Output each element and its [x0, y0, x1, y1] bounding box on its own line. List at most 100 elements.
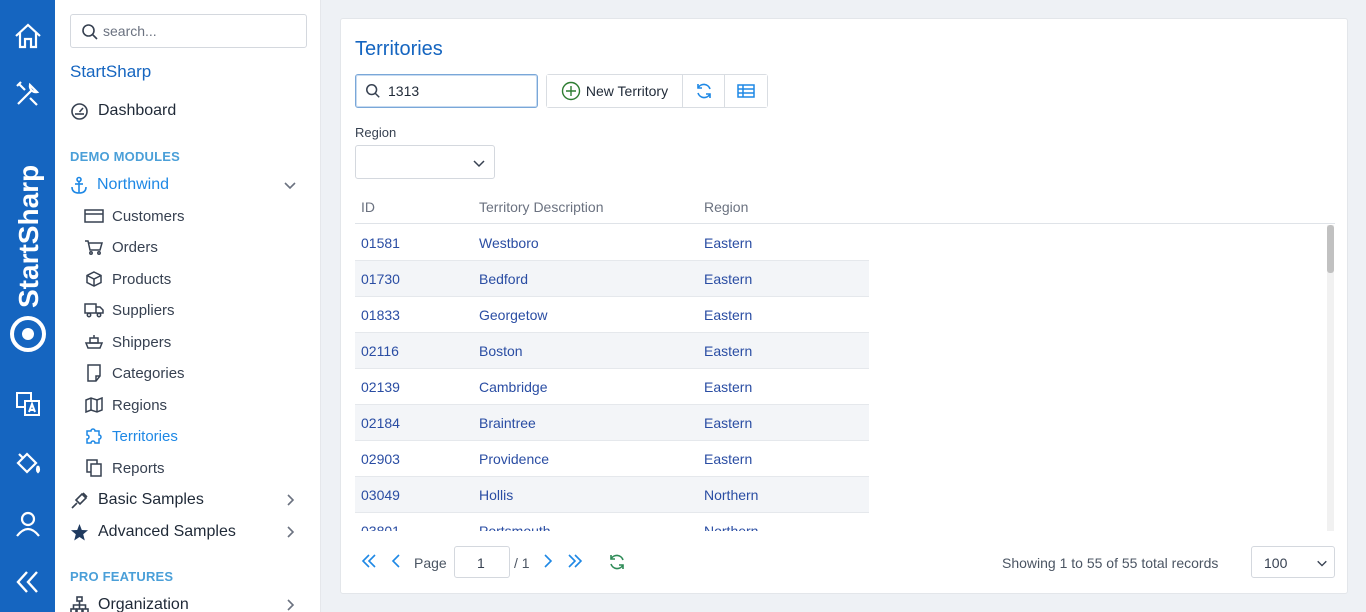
cell-id[interactable]: 02139	[361, 379, 400, 395]
column-header-region[interactable]: Region	[704, 199, 748, 215]
cell-id[interactable]: 02116	[361, 343, 399, 359]
grid-scrollbar[interactable]	[1327, 225, 1334, 531]
truck-icon	[84, 303, 104, 318]
sidebar-item-suppliers[interactable]: Suppliers	[84, 299, 175, 321]
grid-header: ID Territory Description Region	[355, 189, 1335, 224]
cell-description: Providence	[479, 451, 550, 467]
region-filter-label: Region	[355, 125, 397, 140]
refresh-button[interactable]	[683, 75, 725, 107]
cell-region: Eastern	[704, 415, 753, 431]
cell-id[interactable]: 02184	[361, 415, 400, 431]
home-icon[interactable]	[0, 14, 55, 58]
nav-organization[interactable]: Organization	[70, 594, 306, 612]
first-page-icon[interactable]	[361, 553, 377, 569]
chevron-down-icon	[284, 182, 296, 190]
sidebar-item-products[interactable]: Products	[84, 268, 171, 290]
table-row[interactable]: 02116 Boston Eastern	[355, 333, 869, 369]
nav-basic-samples[interactable]: Basic Samples	[70, 489, 306, 511]
cell-id[interactable]: 03049	[361, 487, 400, 503]
cell-id[interactable]: 02903	[361, 451, 400, 467]
nav-dashboard[interactable]: Dashboard	[70, 100, 176, 122]
sidebar-item-orders[interactable]: Orders	[84, 236, 158, 258]
cell-description: Georgetow	[479, 307, 548, 323]
sidebar-search[interactable]	[70, 14, 307, 48]
cell-description: Westboro	[479, 235, 539, 251]
gauge-icon	[71, 102, 88, 120]
page-size-select[interactable]: 100	[1251, 546, 1335, 578]
cell-description: Boston	[479, 343, 523, 359]
new-territory-button[interactable]: New Territory	[547, 75, 683, 107]
cell-id[interactable]: 01730	[361, 271, 400, 287]
cell-description: Portsmouth	[479, 523, 551, 531]
user-icon[interactable]	[0, 502, 55, 546]
column-picker-button[interactable]	[725, 75, 767, 107]
last-page-icon[interactable]	[567, 553, 583, 569]
page-title: Territories	[355, 38, 443, 60]
translate-icon[interactable]	[0, 382, 55, 426]
sidebar-item-label: Customers	[112, 207, 185, 225]
table-row[interactable]: 02184 Braintree Eastern	[355, 405, 869, 441]
pen-tool-icon	[71, 491, 88, 509]
new-territory-label: New Territory	[585, 83, 669, 99]
sidebar-item-customers[interactable]: Customers	[84, 205, 185, 227]
cell-id[interactable]: 03801	[361, 523, 400, 531]
tools-icon[interactable]	[0, 72, 55, 116]
sidebar-item-label: Reports	[112, 459, 165, 477]
next-page-icon[interactable]	[541, 553, 555, 569]
quick-search[interactable]	[355, 74, 538, 108]
sidebar-search-input[interactable]	[103, 15, 298, 47]
nav-organization-label: Organization	[98, 596, 189, 612]
nav-northwind[interactable]: Northwind	[70, 174, 306, 196]
page-total: / 1	[514, 555, 530, 571]
cell-description: Bedford	[479, 271, 529, 287]
region-filter-select[interactable]	[355, 145, 495, 179]
page-size-value: 100	[1264, 555, 1288, 571]
table-row[interactable]: 01833 Georgetow Eastern	[355, 297, 869, 333]
sidebar-item-categories[interactable]: Categories	[84, 362, 185, 384]
nav-dashboard-label: Dashboard	[98, 102, 177, 119]
id-card-icon	[84, 209, 104, 223]
sidebar-item-territories[interactable]: Territories	[84, 425, 178, 447]
cart-icon	[85, 240, 103, 255]
left-rail: StartSharp	[0, 0, 55, 612]
refresh-icon	[696, 83, 711, 99]
cell-id[interactable]: 01833	[361, 307, 400, 323]
ship-icon	[84, 335, 104, 349]
column-header-id[interactable]: ID	[361, 199, 375, 215]
paint-bucket-icon[interactable]	[0, 441, 55, 485]
table-row[interactable]: 03801 Portsmouth Northern	[355, 513, 869, 531]
page-label: Page	[414, 555, 447, 571]
table-row[interactable]: 02903 Providence Eastern	[355, 441, 869, 477]
plus-circle-icon	[561, 81, 581, 101]
cell-id[interactable]: 01581	[361, 235, 400, 251]
anchor-icon	[71, 176, 87, 194]
previous-page-icon[interactable]	[389, 553, 403, 569]
table-row[interactable]: 01581 Westboro Eastern	[355, 225, 869, 261]
page-number-input[interactable]: 1	[454, 546, 510, 578]
records-status: Showing 1 to 55 of 55 total records	[1002, 555, 1219, 571]
brand-title: StartSharp	[70, 62, 152, 81]
reload-icon[interactable]	[608, 553, 626, 571]
sidebar-item-label: Suppliers	[112, 301, 175, 319]
sidebar-item-label: Shippers	[112, 333, 172, 351]
sidebar-item-shippers[interactable]: Shippers	[84, 331, 171, 353]
quick-search-input[interactable]	[388, 75, 528, 107]
section-demo-modules: DEMO MODULES	[70, 149, 181, 164]
cell-region: Northern	[704, 523, 759, 531]
column-header-description[interactable]: Territory Description	[479, 199, 603, 215]
toolbar: New Territory	[546, 74, 768, 108]
grid-scroll-thumb[interactable]	[1327, 225, 1334, 273]
svg-text:StartSharp: StartSharp	[13, 165, 44, 308]
table-row[interactable]: 01730 Bedford Eastern	[355, 261, 869, 297]
table-icon	[737, 84, 755, 98]
cell-region: Eastern	[704, 343, 753, 359]
table-row[interactable]: 02139 Cambridge Eastern	[355, 369, 869, 405]
sidebar-item-regions[interactable]: Regions	[84, 394, 167, 416]
chevron-down-icon	[1317, 560, 1327, 567]
sidebar: StartSharp Dashboard DEMO MODULES Northw…	[55, 0, 321, 612]
section-pro-features: PRO FEATURES	[70, 569, 174, 584]
sidebar-item-reports[interactable]: Reports	[84, 457, 165, 479]
collapse-icon[interactable]	[0, 560, 55, 604]
table-row[interactable]: 03049 Hollis Northern	[355, 477, 869, 513]
nav-advanced-samples[interactable]: Advanced Samples	[70, 521, 306, 543]
